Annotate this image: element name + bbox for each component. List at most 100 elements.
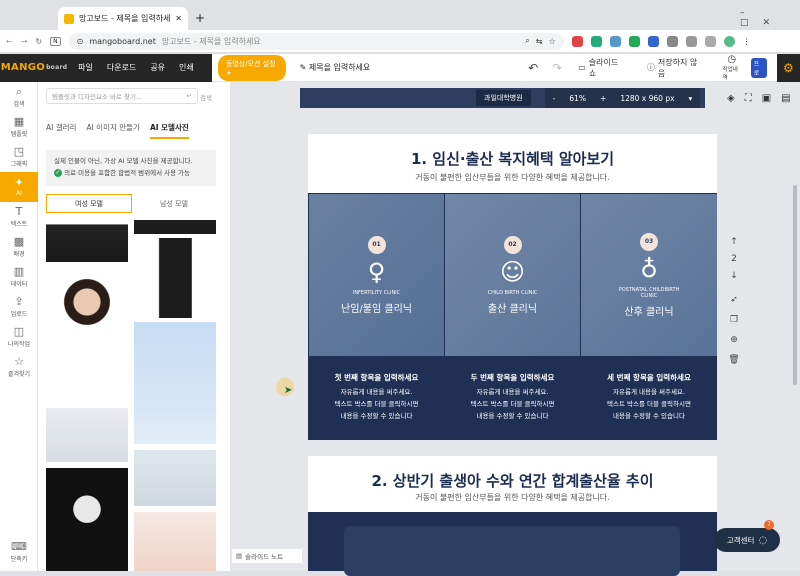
home-icon[interactable]: N xyxy=(50,36,61,46)
customer-center-button[interactable]: 고객센터 ◌ xyxy=(714,528,780,552)
menu-download[interactable]: 다운로드 xyxy=(107,62,136,73)
browser-tab[interactable]: 망고보드 - 제목을 입력하세요 ✕ xyxy=(58,7,188,30)
extension-icon[interactable] xyxy=(647,35,659,47)
undo-icon[interactable]: ↶ xyxy=(528,61,538,75)
model-photo-thumbnail[interactable] xyxy=(46,266,128,386)
nav-upload[interactable]: ⇪ 업로드 xyxy=(0,292,38,322)
browser-tabbar: 망고보드 - 제목을 입력하세요 ✕ + –□✕ xyxy=(0,0,800,30)
menu-file[interactable]: 파일 xyxy=(78,62,93,73)
layers-icon[interactable]: ◈ xyxy=(727,93,735,104)
new-tab-icon[interactable]: + xyxy=(195,11,205,25)
zoom-percent[interactable]: 61% xyxy=(569,94,586,103)
zoom-in-button[interactable]: + xyxy=(600,94,606,103)
search-icon[interactable]: ⌕ xyxy=(525,36,529,46)
extension-icon[interactable] xyxy=(666,35,678,47)
title-field[interactable]: ✎ 제목을 입력하세요 xyxy=(300,62,434,73)
hospital-badge[interactable]: 과일대학병원 xyxy=(476,90,531,106)
nav-ai[interactable]: ✦ AI xyxy=(0,172,38,202)
zoom-out-button[interactable]: - xyxy=(553,94,556,103)
nav-search[interactable]: ⌕ 검색 xyxy=(0,82,38,112)
section1-title[interactable]: 1. 임신·출산 복지혜택 알아보기 xyxy=(308,148,717,169)
chart-card xyxy=(344,526,680,576)
model-photo-thumbnail[interactable] xyxy=(46,468,128,571)
model-photo-thumbnail[interactable] xyxy=(134,322,216,444)
extension-icon[interactable] xyxy=(571,35,583,47)
nav-shortcuts[interactable]: ⌨ 단축키 xyxy=(0,537,38,567)
page-down-button[interactable]: ↓ xyxy=(728,268,740,285)
nav-text[interactable]: T 텍스트 xyxy=(0,202,38,232)
model-photo-thumbnail[interactable] xyxy=(134,220,216,234)
ai-rocket-icon[interactable]: ➶ xyxy=(728,290,740,310)
clinic-card-3[interactable]: 03 ♁ POSTNATAL CHILDBIRTH CLINIC 산후 클리닉 xyxy=(581,194,717,356)
card-2-text[interactable]: 두 번째 항목을 입력하세요 자유롭게 내용을 써주세요. 텍스트 박스를 더블… xyxy=(445,372,580,422)
settings-gear-icon[interactable]: ⚙ xyxy=(776,53,800,82)
extension-icon[interactable] xyxy=(609,35,621,47)
nav-my-work[interactable]: ◫ 나의작업 xyxy=(0,322,38,352)
back-icon[interactable]: ← xyxy=(6,37,13,46)
fit-screen-icon[interactable]: ⛶ xyxy=(745,93,752,104)
model-photo-thumbnail[interactable] xyxy=(46,220,128,262)
history-button[interactable]: ◷ 작업내역 xyxy=(723,54,741,81)
card-en-label: INFERTILITY CLINIC xyxy=(352,289,401,296)
card-en-label: POSTNATAL CHILDBIRTH CLINIC xyxy=(618,286,680,299)
section1-subtitle[interactable]: 거동이 불편한 임산부들을 위한 다양한 혜택을 제공합니다. xyxy=(308,172,717,183)
address-bar[interactable]: ⊙ mangoboard.net 망고보드 - 제목을 입력하세요 ⌕ ⇆ ☆ xyxy=(68,32,564,50)
reload-icon[interactable]: ↻ xyxy=(35,37,42,46)
canvas-size[interactable]: 1280 x 960 px xyxy=(620,94,674,103)
delete-page-icon[interactable]: 🗑 xyxy=(728,350,740,370)
save-status[interactable]: ⓘ 저장하지 않음 xyxy=(647,57,699,79)
browser-menu-icon[interactable]: ⋮ xyxy=(743,37,751,46)
forward-icon[interactable]: → xyxy=(21,37,28,46)
model-photo-thumbnail[interactable] xyxy=(46,408,128,462)
ai-subtabs: AI 갤러리 AI 이미지 만들기 AI 모델사진 xyxy=(46,122,189,139)
chevron-down-icon[interactable]: ▾ xyxy=(689,94,693,103)
menu-share[interactable]: 공유 xyxy=(150,62,165,73)
clinic-card-1[interactable]: 01 ♀ INFERTILITY CLINIC 난임/불임 클리닉 xyxy=(309,194,444,356)
nav-label: 즐겨찾기 xyxy=(7,371,31,378)
clinic-card-2[interactable]: 02 ☺ CHILD BIRTH CLINIC 출산 클리닉 xyxy=(445,194,580,356)
extension-icon[interactable] xyxy=(590,35,602,47)
profile-avatar[interactable] xyxy=(723,35,735,47)
canvas-scrollbar[interactable] xyxy=(793,185,797,385)
redo-icon[interactable]: ↷ xyxy=(552,61,562,75)
tab-ai-image-create[interactable]: AI 이미지 만들기 xyxy=(86,122,140,139)
tab-ai-model-photo[interactable]: AI 모델사진 xyxy=(149,122,189,139)
nav-data[interactable]: ▥ 데이터 xyxy=(0,262,38,292)
close-tab-icon[interactable]: ✕ xyxy=(175,14,182,23)
card-1-text[interactable]: 첫 번째 항목을 입력하세요 자유롭게 내용을 써주세요. 텍스트 박스를 더블… xyxy=(309,372,444,422)
window-controls[interactable]: –□✕ xyxy=(740,8,800,28)
pro-badge[interactable]: 프로 xyxy=(750,57,767,78)
page-view-icon[interactable]: ▤ xyxy=(781,93,790,104)
menu-print[interactable]: 인쇄 xyxy=(179,62,194,73)
model-photo-thumbnail[interactable] xyxy=(134,512,216,571)
tab-ai-gallery[interactable]: AI 갤러리 xyxy=(46,122,76,139)
panel-search-input[interactable]: 템플릿과 디자인요소 바로 찾기... ↵ xyxy=(46,88,198,104)
section2-subtitle[interactable]: 거동이 불편한 임산부들을 위한 다양한 혜택을 제공합니다. xyxy=(308,492,717,503)
translate-icon[interactable]: ⇆ xyxy=(536,37,543,46)
nav-favorites[interactable]: ☆ 즐겨찾기 xyxy=(0,352,38,382)
grid-view-icon[interactable]: ▣ xyxy=(762,93,771,104)
model-photo-thumbnail[interactable] xyxy=(134,450,216,506)
site-info-icon[interactable]: ⊙ xyxy=(77,37,84,46)
extension-icon[interactable] xyxy=(704,35,716,47)
add-page-icon[interactable]: ⊕ xyxy=(728,330,740,350)
slideshow-button[interactable]: ▭ 슬라이드 쇼 xyxy=(578,57,623,79)
nav-graphic[interactable]: ◳ 그래픽 xyxy=(0,142,38,172)
model-photo-thumbnail[interactable] xyxy=(134,238,216,318)
bookmark-star-icon[interactable]: ☆ xyxy=(548,37,555,46)
slide-note-toggle[interactable]: ▤ 슬라이드 노트 xyxy=(232,549,302,563)
mangoboard-logo[interactable]: MANGO board xyxy=(0,53,69,82)
nav-template[interactable]: ▦ 템플릿 xyxy=(0,112,38,142)
female-model-tab[interactable]: 여성 모델 xyxy=(46,194,132,213)
nav-background[interactable]: ▩ 배경 xyxy=(0,232,38,262)
slide-section-2[interactable]: 2. 상반기 출생아 수와 연간 합계출산율 추이 거동이 불편한 임산부들을 … xyxy=(308,456,717,576)
section2-title[interactable]: 2. 상반기 출생아 수와 연간 합계출산율 추이 xyxy=(308,470,717,491)
copy-page-icon[interactable]: ❐ xyxy=(728,310,740,330)
extension-icon[interactable] xyxy=(628,35,640,47)
extension-icon[interactable] xyxy=(685,35,697,47)
motion-settings-button[interactable]: 동영상/모션 설정 + xyxy=(217,54,286,81)
page-up-button[interactable]: ↑ xyxy=(728,234,740,251)
male-model-tab[interactable]: 남성 모델 xyxy=(132,194,216,213)
panel-search-button[interactable]: 검색 xyxy=(200,92,212,102)
card-3-text[interactable]: 세 번째 항목을 입력하세요 자유롭게 내용을 써주세요. 텍스트 박스를 더블… xyxy=(581,372,717,422)
